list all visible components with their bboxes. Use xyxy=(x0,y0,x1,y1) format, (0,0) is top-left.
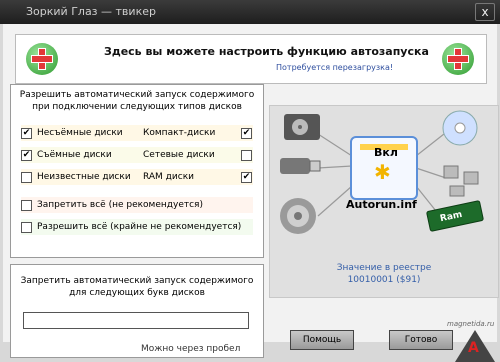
autorun-types-caption: Разрешить автоматический запуск содержим… xyxy=(11,89,263,113)
caption-line-2: для следующих букв дисков xyxy=(69,288,205,298)
window-title: Зоркий Глаз — твикер xyxy=(26,5,156,18)
hard-drive-icon xyxy=(284,114,320,140)
option-label: Несъёмные диски xyxy=(37,128,123,138)
header-panel: Здесь вы можете настроить функцию автоза… xyxy=(15,34,487,84)
usb-drive-icon xyxy=(280,158,321,174)
status-label: Вкл xyxy=(374,146,398,159)
caption-line-1: Запретить автоматический запуск содержим… xyxy=(20,276,254,286)
option-label: Компакт-диски xyxy=(143,128,216,138)
option-label: Запретить всё (не рекомендуется) xyxy=(37,200,203,210)
registry-caption: Значение в реестре xyxy=(336,263,432,273)
checkbox[interactable]: ✔ xyxy=(21,128,32,139)
caption-line-1: Разрешить автоматический запуск содержим… xyxy=(19,90,255,100)
drive-letters-input[interactable] xyxy=(23,312,249,329)
caption-line-2: при подключении следующих типов дисков xyxy=(32,102,242,112)
header-title: Здесь вы можете настроить функцию автоза… xyxy=(104,45,429,58)
cd-icon xyxy=(442,110,478,146)
option-label: Сетевые диски xyxy=(143,150,215,160)
watermark-logo-letter: A xyxy=(468,340,479,356)
option-label: Съёмные диски xyxy=(37,150,112,160)
watermark-text: magnetida.ru xyxy=(447,320,495,328)
checkbox[interactable] xyxy=(21,172,32,183)
checkbox-network[interactable] xyxy=(241,150,252,161)
checkbox-cd[interactable]: ✔ xyxy=(241,128,252,139)
drive-letters-caption: Запретить автоматический запуск содержим… xyxy=(11,275,263,299)
plus-icon-left xyxy=(26,43,58,75)
gear-icon: ✱ xyxy=(374,160,391,184)
option-label: Разрешить всё (крайне не рекомендуется) xyxy=(37,222,242,232)
drive-letters-group: Запретить автоматический запуск содержим… xyxy=(10,264,264,358)
checkbox[interactable]: ✔ xyxy=(21,150,32,161)
checkbox[interactable] xyxy=(21,200,32,211)
checkbox[interactable] xyxy=(21,222,32,233)
autorun-diagram: ✱ Вкл Autorun.inf Ram Значение в реестре… xyxy=(269,105,499,298)
plus-icon-right xyxy=(442,43,474,75)
option-label: RAM диски xyxy=(143,172,194,182)
drive-fan-icon xyxy=(280,198,316,234)
autorun-types-group: Разрешить автоматический запуск содержим… xyxy=(10,84,264,258)
title-bar: Зоркий Глаз — твикер x xyxy=(0,0,500,24)
checkbox-ram[interactable]: ✔ xyxy=(241,172,252,183)
network-icon xyxy=(443,165,479,197)
header-subtitle: Потребуется перезагрузка! xyxy=(276,63,394,72)
main-window: Здесь вы можете настроить функцию автоза… xyxy=(3,24,499,362)
autorun-file-label: Autorun.inf xyxy=(346,198,417,211)
help-button[interactable]: Помощь xyxy=(290,330,354,350)
registry-value: 10010001 ($91) xyxy=(347,275,421,285)
done-button[interactable]: Готово xyxy=(389,330,453,350)
option-label: Неизвестные диски xyxy=(37,172,131,182)
drive-letters-hint: Можно через пробел xyxy=(141,344,241,354)
close-button[interactable]: x xyxy=(475,3,495,21)
